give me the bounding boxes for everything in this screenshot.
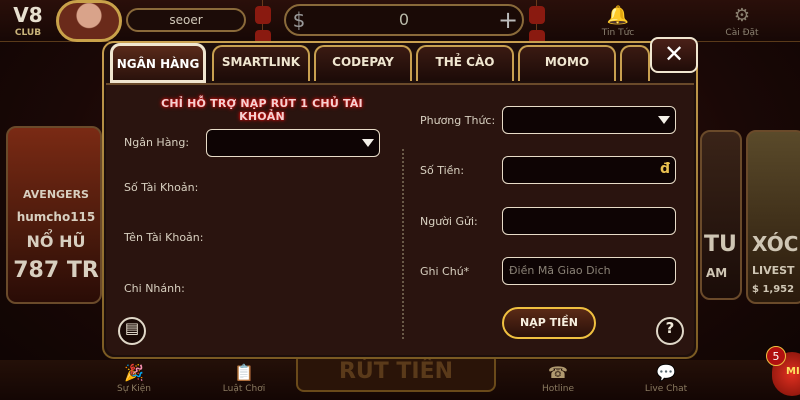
events-label: Sự Kiện xyxy=(117,384,151,394)
column-divider xyxy=(402,149,404,339)
game-lobby: V8 CLUB seoer 0 $ + 🔔 Tin Tức ⚙ Cài Đặt … xyxy=(0,0,800,400)
branch-label: Chi Nhánh: xyxy=(124,282,185,295)
currency-symbol: đ xyxy=(660,161,671,177)
logo: V8 CLUB xyxy=(2,2,54,42)
history-icon[interactable]: ▤ xyxy=(118,317,146,345)
settings-button[interactable]: ⚙ Cài Đặt xyxy=(722,4,762,40)
card-title: XÓC xyxy=(752,232,799,256)
help-button[interactable]: ? xyxy=(656,317,684,345)
tab-the-cao[interactable]: THẺ CÀO xyxy=(416,45,514,81)
settings-label: Cài Đặt xyxy=(725,28,759,38)
tab-momo[interactable]: MOMO xyxy=(518,45,616,81)
party-icon: 🎉 xyxy=(124,363,144,382)
username: seoer xyxy=(126,8,246,32)
method-select[interactable] xyxy=(502,106,676,134)
card-title: TU xyxy=(704,232,737,257)
card-jackpot-value: 787 TR xyxy=(13,258,99,283)
deposit-submit-button[interactable]: NẠP TIỀN xyxy=(502,307,596,339)
sender-input[interactable] xyxy=(502,207,676,235)
news-label: Tin Tức xyxy=(601,28,635,38)
game-card-avengers[interactable]: AVENGERS humcho115 NỔ HŨ 787 TR xyxy=(6,126,102,304)
add-funds-button[interactable]: + xyxy=(496,6,520,34)
logo-text: V8 xyxy=(13,3,43,27)
notification-badge: 5 xyxy=(766,346,786,366)
news-button[interactable]: 🔔 Tin Tức xyxy=(598,4,638,40)
amount-label: Số Tiền: xyxy=(420,164,465,177)
chevron-down-icon xyxy=(362,139,374,147)
hotline-label: Hotline xyxy=(541,384,575,394)
method-label: Phương Thức: xyxy=(420,114,496,127)
avatar[interactable] xyxy=(56,0,122,42)
tab-more[interactable] xyxy=(620,45,650,81)
bank-label: Ngân Hàng: xyxy=(124,136,190,149)
card-user: humcho115 xyxy=(16,210,96,224)
tab-codepay[interactable]: CODEPAY xyxy=(314,45,412,81)
chevron-down-icon xyxy=(658,116,670,124)
card-value: $ 1,952 xyxy=(752,284,795,295)
livechat-label: Live Chat xyxy=(644,384,688,394)
hotline-nav[interactable]: ☎ Hotline xyxy=(528,362,588,394)
note-input[interactable]: Điền Mã Giao Dich xyxy=(502,257,676,285)
phone-icon: ☎ xyxy=(548,363,568,382)
rules-label: Luật Chơi xyxy=(222,384,266,394)
chat-icon: 💬 xyxy=(656,363,676,382)
rules-nav[interactable]: 📋 Luật Chơi xyxy=(214,362,274,394)
amount-input[interactable] xyxy=(502,156,676,184)
bell-icon: 🔔 xyxy=(606,5,630,26)
notice-text: CHỈ HỖ TRỢ NẠP RÚT 1 CHỦ TÀI KHOẢN xyxy=(161,97,363,123)
balance-display: 0 xyxy=(284,4,524,36)
tab-smartlink[interactable]: SMARTLINK xyxy=(212,45,310,81)
card-sub: LIVEST xyxy=(752,264,795,277)
logo-sub: CLUB xyxy=(14,28,42,38)
account-name-label: Tên Tài Khoản: xyxy=(124,231,204,244)
game-card-xoc[interactable]: XÓC LIVEST $ 1,952 xyxy=(746,130,800,304)
card-jackpot-label: NỔ HŨ xyxy=(26,232,86,251)
tab-ngan-hang[interactable]: NGÂN HÀNG xyxy=(110,43,206,83)
events-nav[interactable]: 🎉 Sự Kiện xyxy=(104,362,164,394)
clipboard-icon: 📋 xyxy=(234,363,254,382)
note-label: Ghi Chú* xyxy=(420,265,470,278)
close-button[interactable]: ✕ xyxy=(650,37,698,73)
livechat-nav[interactable]: 💬 Live Chat xyxy=(636,362,696,394)
dollar-icon: $ xyxy=(292,8,306,32)
game-card-tu[interactable]: TU AM xyxy=(700,130,742,300)
card-title: AVENGERS xyxy=(23,188,89,201)
card-sub: AM xyxy=(706,266,728,280)
sender-label: Người Gửi: xyxy=(420,215,478,228)
gear-icon: ⚙ xyxy=(733,5,751,26)
bank-select[interactable] xyxy=(206,129,380,157)
account-number-label: Số Tài Khoản: xyxy=(124,181,199,194)
deposit-modal: NGÂN HÀNG SMARTLINK CODEPAY THẺ CÀO MOMO… xyxy=(102,37,698,359)
